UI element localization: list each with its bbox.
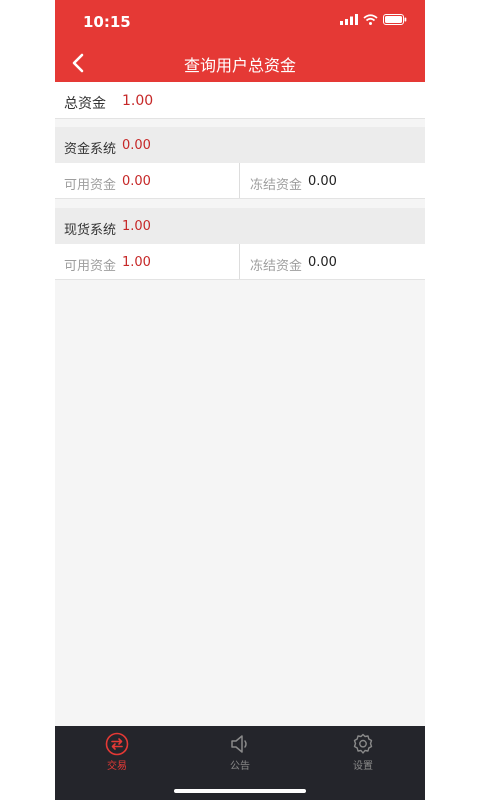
app-header: 10:15 查询用户总资金	[55, 0, 425, 82]
available-funds-label: 可用资金	[64, 178, 117, 193]
divider	[55, 198, 425, 199]
column-divider	[239, 163, 240, 198]
section-detail-row: 可用资金 0.00 冻结资金 0.00	[55, 163, 425, 198]
section-detail-row: 可用资金 1.00 冻结资金 0.00	[55, 244, 425, 279]
frozen-funds-label: 冻结资金	[250, 178, 303, 193]
available-funds-label: 可用资金	[64, 259, 117, 274]
tab-label: 交易	[107, 761, 127, 772]
section-title: 资金系统	[64, 142, 117, 157]
section-amount: 1.00	[122, 219, 151, 234]
signal-icon	[340, 14, 358, 25]
divider	[55, 279, 425, 280]
tab-label: 公告	[230, 761, 250, 772]
frozen-funds-label: 冻结资金	[250, 259, 303, 274]
section-amount: 0.00	[122, 138, 151, 153]
column-divider	[239, 244, 240, 279]
wifi-icon	[363, 14, 378, 25]
home-indicator	[174, 789, 306, 793]
gear-icon	[353, 733, 373, 754]
tab-label: 设置	[353, 761, 373, 772]
tab-trade[interactable]: 交易	[77, 732, 157, 772]
frozen-funds-value: 0.00	[308, 255, 337, 270]
exchange-icon	[105, 732, 129, 756]
phone-screen: 10:15 查询用户总资金 总资金 1.00 资金系统 0.00 可用资金 0.…	[55, 0, 425, 800]
speaker-icon	[231, 735, 247, 753]
total-funds-row: 总资金 1.00	[55, 82, 425, 118]
total-funds-label: 总资金	[64, 96, 106, 112]
divider	[55, 118, 425, 119]
total-funds-value: 1.00	[122, 93, 154, 109]
section-title: 现货系统	[64, 223, 117, 238]
available-funds-value: 1.00	[122, 255, 151, 270]
frozen-funds-value: 0.00	[308, 174, 337, 189]
battery-icon	[383, 14, 407, 25]
tab-settings[interactable]: 设置	[323, 732, 403, 772]
section-header-spot-system: 现货系统 1.00	[55, 208, 425, 244]
available-funds-value: 0.00	[122, 174, 151, 189]
tab-announcements[interactable]: 公告	[200, 732, 280, 772]
section-header-fund-system: 资金系统 0.00	[55, 127, 425, 163]
status-icons	[340, 14, 407, 25]
status-time: 10:15	[83, 13, 131, 31]
page-title: 查询用户总资金	[183, 56, 296, 75]
